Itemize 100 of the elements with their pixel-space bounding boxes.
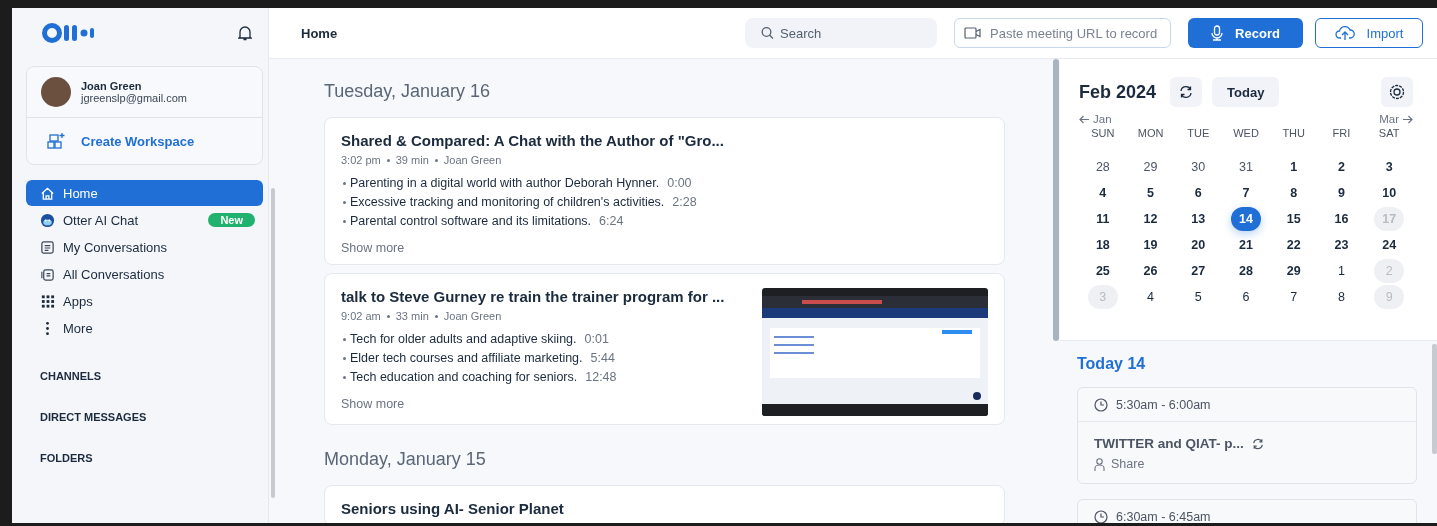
scrollbar[interactable] bbox=[271, 188, 275, 498]
calendar-day[interactable]: 23 bbox=[1326, 233, 1357, 257]
calendar-day[interactable]: 6 bbox=[1231, 285, 1261, 309]
nav-item[interactable]: Apps bbox=[26, 288, 263, 314]
calendar-day[interactable]: 13 bbox=[1183, 207, 1214, 231]
create-workspace-button[interactable]: Create Workspace bbox=[27, 118, 262, 164]
timestamp[interactable]: 2:28 bbox=[672, 195, 697, 209]
timestamp[interactable]: 6:24 bbox=[599, 214, 624, 228]
calendar-day[interactable]: 10 bbox=[1374, 181, 1405, 205]
calendar-day[interactable]: 6 bbox=[1183, 181, 1214, 205]
event-title[interactable]: TWITTER and QIAT- p... bbox=[1094, 436, 1244, 451]
import-button[interactable]: Import bbox=[1315, 18, 1423, 48]
calendar-day[interactable]: 3 bbox=[1374, 155, 1405, 179]
calendar-day[interactable]: 29 bbox=[1135, 155, 1166, 179]
timestamp[interactable]: 5:44 bbox=[590, 351, 615, 365]
settings-button[interactable] bbox=[1381, 77, 1413, 107]
home-icon bbox=[40, 185, 55, 201]
calendar-day[interactable]: 25 bbox=[1087, 259, 1118, 283]
calendar-day[interactable]: 27 bbox=[1183, 259, 1214, 283]
calendar-day[interactable]: 19 bbox=[1135, 233, 1166, 257]
event-card[interactable]: 6:30am - 6:45am bbox=[1077, 499, 1417, 523]
bell-icon[interactable] bbox=[238, 25, 252, 41]
outline-item[interactable]: Elder tech courses and affiliate marketing. bbox=[350, 351, 583, 365]
scrollbar[interactable] bbox=[1432, 344, 1437, 454]
weekday-label: FRI bbox=[1331, 127, 1352, 141]
conversation-card[interactable] bbox=[324, 273, 1005, 425]
calendar-day[interactable]: 11 bbox=[1087, 207, 1118, 231]
calendar-day[interactable]: 8 bbox=[1278, 181, 1309, 205]
conversation-title[interactable]: Seniors using AI- Senior Planet bbox=[341, 500, 988, 517]
timestamp[interactable]: 0:01 bbox=[584, 332, 609, 346]
search-icon bbox=[761, 26, 774, 40]
nav-item[interactable]: Otter AI Chat New bbox=[26, 207, 263, 233]
section-heading[interactable]: FOLDERS bbox=[40, 451, 93, 464]
share-label[interactable]: Share bbox=[1111, 457, 1145, 471]
calendar-day[interactable]: 7 bbox=[1278, 285, 1309, 309]
outline-item[interactable]: Tech for older adults and adaptive skiing. bbox=[350, 332, 577, 346]
calendar-day[interactable]: 5 bbox=[1183, 285, 1214, 309]
event-time: 6:30am - 6:45am bbox=[1116, 509, 1211, 523]
calendar-day[interactable]: 15 bbox=[1278, 207, 1309, 231]
calendar-day[interactable]: 2 bbox=[1326, 155, 1357, 179]
section-heading[interactable]: CHANNELS bbox=[40, 369, 102, 382]
calendar-day[interactable]: 30 bbox=[1183, 155, 1214, 179]
calendar-day[interactable]: 22 bbox=[1278, 233, 1309, 257]
outline-item[interactable]: Parental control software and its limitations. bbox=[350, 214, 592, 228]
weekday-label: THU bbox=[1281, 127, 1306, 141]
today-button[interactable]: Today bbox=[1212, 77, 1280, 107]
calendar-day[interactable]: 20 bbox=[1183, 233, 1214, 257]
refresh-button[interactable] bbox=[1170, 77, 1203, 107]
conversation-title[interactable]: talk to Steve Gurney re train the trainer program for ... bbox=[341, 288, 742, 305]
outline-item[interactable]: Tech education and coaching for seniors. bbox=[350, 370, 578, 384]
search-field[interactable]: Search bbox=[745, 18, 937, 48]
calendar-day[interactable]: 29 bbox=[1278, 259, 1309, 283]
conversation-meta: 3:02 pm bbox=[341, 154, 381, 166]
month-title: Feb 2024 bbox=[1079, 81, 1157, 103]
calendar-day[interactable]: 28 bbox=[1231, 259, 1261, 283]
clock-icon bbox=[1094, 509, 1108, 523]
date-heading: Monday, January 15 bbox=[324, 449, 487, 471]
next-month-link[interactable]: Mar bbox=[1379, 113, 1413, 125]
conversation-card[interactable]: Seniors using AI- Senior Planet bbox=[324, 485, 1005, 523]
calendar-day[interactable]: 8 bbox=[1326, 285, 1357, 309]
calendar-day[interactable]: 28 bbox=[1087, 155, 1118, 179]
nav-item[interactable]: Home bbox=[26, 180, 263, 206]
event-card[interactable]: 5:30am - 6:00am TWITTER and QIAT- p... Share bbox=[1077, 387, 1417, 484]
calendar-day[interactable]: 5 bbox=[1135, 181, 1166, 205]
calendar-day[interactable]: 1 bbox=[1278, 155, 1309, 179]
calendar-day[interactable]: 31 bbox=[1231, 155, 1261, 179]
calendar-day[interactable]: 9 bbox=[1326, 181, 1357, 205]
calendar-day[interactable]: 16 bbox=[1326, 207, 1357, 231]
new-badge: New bbox=[208, 213, 255, 227]
outline-item[interactable]: Excessive tracking and monitoring of children's activities. bbox=[350, 195, 665, 209]
calendar-day[interactable]: 24 bbox=[1374, 233, 1405, 257]
conversation-card[interactable] bbox=[324, 117, 1005, 265]
nav-item[interactable]: All Conversations bbox=[26, 261, 263, 287]
show-more-link[interactable]: Show more bbox=[341, 397, 405, 411]
refresh-icon bbox=[1179, 85, 1194, 99]
section-heading[interactable]: DIRECT MESSAGES bbox=[40, 410, 147, 423]
conversation-title[interactable]: Shared & Compared: A Chat with the Author of "Gro... bbox=[341, 132, 988, 149]
calendar-day[interactable]: 4 bbox=[1087, 181, 1118, 205]
calendar-day[interactable]: 18 bbox=[1087, 233, 1118, 257]
calendar-day[interactable]: 4 bbox=[1135, 285, 1166, 309]
conversation-meta: Joan Green bbox=[443, 310, 502, 322]
timestamp[interactable]: 12:48 bbox=[585, 370, 617, 384]
timestamp[interactable]: 0:00 bbox=[667, 176, 692, 190]
record-button[interactable]: Record bbox=[1188, 18, 1303, 48]
calendar-day[interactable]: 21 bbox=[1231, 233, 1261, 257]
calendar-day[interactable]: 26 bbox=[1135, 259, 1166, 283]
outline-item[interactable]: Parenting in a digital world with author Deborah Hynner. bbox=[350, 176, 660, 190]
calendar-day[interactable]: 1 bbox=[1326, 259, 1357, 283]
nav-item[interactable]: My Conversations bbox=[26, 234, 263, 260]
meeting-url-field[interactable]: Paste meeting URL to record bbox=[954, 18, 1171, 48]
calendar-day[interactable]: 14 bbox=[1231, 207, 1261, 231]
show-more-link[interactable]: Show more bbox=[341, 241, 405, 255]
nav-item[interactable]: More bbox=[26, 315, 263, 341]
documents-icon bbox=[40, 266, 55, 282]
calendar-day[interactable]: 12 bbox=[1135, 207, 1166, 231]
avatar[interactable] bbox=[41, 77, 71, 107]
scrollbar[interactable] bbox=[1053, 59, 1059, 341]
calendar-day[interactable]: 7 bbox=[1231, 181, 1261, 205]
event-time: 5:30am - 6:00am bbox=[1116, 397, 1211, 412]
previous-month-link[interactable]: Jan bbox=[1079, 113, 1112, 125]
